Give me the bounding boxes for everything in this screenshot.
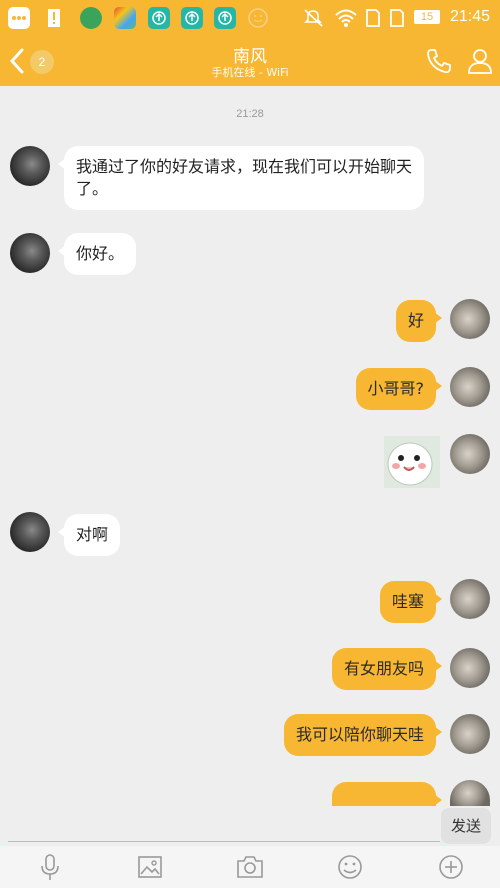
input-toolbar [0,846,500,888]
contact-avatar[interactable] [10,146,50,186]
message-bubble[interactable]: 对啊 [57,514,121,556]
call-button[interactable] [424,46,454,76]
microphone-icon[interactable] [35,852,65,882]
contact-avatar[interactable] [10,233,50,273]
plus-icon[interactable] [436,852,466,882]
message-bubble[interactable]: 哇塞 [379,581,443,623]
message-bubble[interactable]: 我通过了你的好友请求，现在我们可以开始聊天了。 [58,146,424,210]
message-bubble-partial[interactable] [332,782,442,806]
message-bubble[interactable]: 小哥哥? [355,368,442,410]
chat-header: 2 南风 手机在线 - WiFi [0,36,500,86]
contact-avatar[interactable] [10,512,50,552]
message-input[interactable] [8,841,440,842]
phone-icon [427,49,451,74]
message-bubble[interactable]: 我可以陪你聊天哇 [283,714,443,756]
message-list[interactable]: 21:28 我通过了你的好友请求，现在我们可以开始聊天了。 你好。 好 小哥哥?… [0,86,500,806]
message-bubble[interactable]: 有女朋友吗 [331,648,443,690]
my-avatar[interactable] [450,780,490,806]
mute-icon [302,7,324,29]
sim-icon [388,7,410,29]
clock: 21:45 [449,8,490,25]
camera-icon[interactable] [235,852,265,882]
person-icon [468,49,492,74]
my-avatar[interactable] [450,299,490,339]
sim-icon [364,7,386,29]
send-button[interactable]: 发送 [441,808,491,844]
profile-button[interactable] [466,46,494,76]
message-bubble[interactable]: 你好。 [57,233,137,275]
status-bar: 15 21:45 [0,0,500,36]
upload-icon [214,7,236,29]
emoji-icon[interactable] [335,852,365,882]
message-timestamp: 21:28 [236,108,264,120]
upload-icon [181,7,203,29]
my-avatar[interactable] [450,579,490,619]
my-avatar[interactable] [450,714,490,754]
wifi-icon [334,7,357,29]
upload-icon [148,7,170,29]
message-icon [8,7,30,29]
my-avatar[interactable] [450,434,490,474]
battery-level: 15 [414,10,440,24]
smiley-icon [247,7,269,29]
my-avatar[interactable] [450,367,490,407]
smiling-face-sticker[interactable] [384,436,440,488]
app-icon [114,7,136,29]
image-icon[interactable] [135,852,165,882]
message-bubble[interactable]: 好 [395,300,443,342]
my-avatar[interactable] [450,648,490,688]
app-icon [80,7,102,29]
alert-icon [46,7,62,29]
